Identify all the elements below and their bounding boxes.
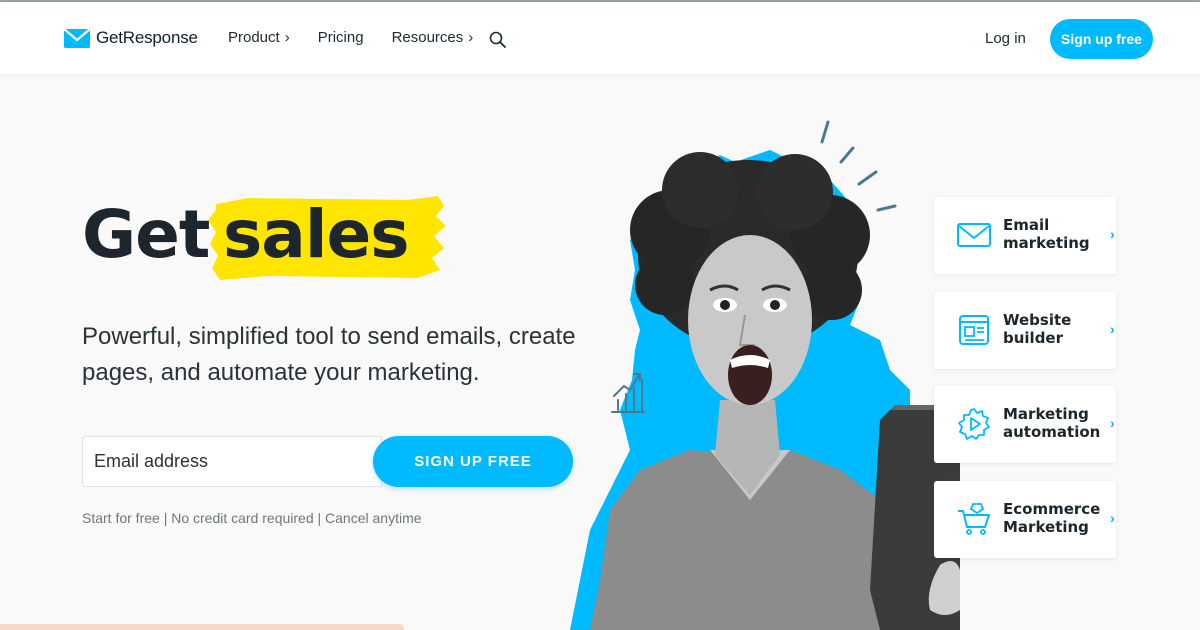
chevron-right-icon: › bbox=[1110, 510, 1115, 526]
cart-icon bbox=[958, 503, 990, 535]
logo-envelope-icon bbox=[64, 28, 90, 48]
feature-card-email-marketing[interactable]: Email marketing › bbox=[934, 197, 1116, 274]
feature-label: Website builder bbox=[1003, 311, 1072, 347]
site-header: GetResponse Product › Pricing Resources … bbox=[0, 2, 1200, 74]
envelope-icon bbox=[957, 223, 991, 247]
hero-disclaimer: Start for free | No credit card required… bbox=[82, 510, 422, 526]
signup-button-hero[interactable]: SIGN UP FREE bbox=[373, 436, 573, 487]
feature-card-marketing-automation[interactable]: Marketing automation › bbox=[934, 386, 1116, 463]
hero-illustration bbox=[570, 120, 960, 630]
chevron-right-icon: › bbox=[1110, 415, 1115, 431]
feature-card-website-builder[interactable]: Website builder › bbox=[934, 292, 1116, 369]
chevron-right-icon: › bbox=[284, 29, 290, 46]
hero-subtitle: Powerful, simplified tool to send emails… bbox=[82, 323, 576, 386]
logo-text: GetResponse bbox=[96, 28, 198, 47]
website-icon bbox=[959, 315, 989, 345]
nav-label: Resources bbox=[391, 29, 464, 46]
nav-label: Product bbox=[228, 29, 280, 46]
nav-item-pricing[interactable]: Pricing bbox=[318, 29, 364, 46]
headline-word-sales: sales bbox=[223, 196, 409, 273]
gear-play-icon bbox=[958, 408, 990, 440]
nav-item-product[interactable]: Product › bbox=[228, 29, 290, 46]
main-nav: Product › Pricing Resources › bbox=[228, 29, 473, 46]
chevron-right-icon: › bbox=[468, 29, 474, 46]
chevron-right-icon: › bbox=[1110, 321, 1115, 337]
nav-item-resources[interactable]: Resources › bbox=[392, 29, 474, 46]
feature-label: Marketing automation bbox=[1003, 405, 1101, 441]
logo[interactable]: GetResponse bbox=[64, 28, 198, 48]
bottom-banner-edge bbox=[0, 624, 404, 630]
headline-word-get: Get bbox=[82, 196, 210, 273]
chevron-right-icon: › bbox=[1110, 226, 1115, 242]
search-icon[interactable] bbox=[488, 30, 508, 50]
nav-label: Pricing bbox=[317, 29, 364, 46]
email-field[interactable]: Email address bbox=[82, 436, 382, 487]
feature-label: Email marketing bbox=[1003, 216, 1090, 252]
login-link[interactable]: Log in bbox=[985, 30, 1026, 47]
feature-card-ecommerce-marketing[interactable]: Ecommerce Marketing › bbox=[934, 481, 1116, 558]
feature-label: Ecommerce Marketing bbox=[1003, 500, 1101, 536]
signup-button-header[interactable]: Sign up free bbox=[1050, 19, 1153, 59]
